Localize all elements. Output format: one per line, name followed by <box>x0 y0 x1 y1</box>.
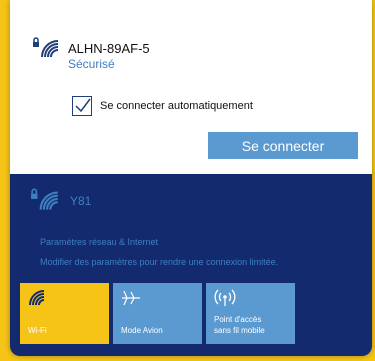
checkmark-icon <box>75 98 91 113</box>
mobile-hotspot-tile[interactable]: Point d'accès sans fil mobile <box>206 283 295 344</box>
network-flyout: ALHN-89AF-5 Sécurisé Se connecter automa… <box>10 0 372 356</box>
network-settings-link[interactable]: Paramètres réseau & Internet <box>40 237 158 247</box>
airplane-mode-tile[interactable]: Mode Avion <box>113 283 202 344</box>
wifi-icon <box>29 290 45 306</box>
wifi-tile[interactable]: Wi-Fi <box>20 283 109 344</box>
secured-wifi-icon <box>31 188 58 210</box>
hotspot-icon <box>214 289 236 306</box>
network-status: Sécurisé <box>68 57 115 71</box>
secured-wifi-icon <box>33 37 59 58</box>
selected-network-section: ALHN-89AF-5 Sécurisé Se connecter automa… <box>10 0 372 174</box>
connect-button[interactable]: Se connecter <box>208 132 358 159</box>
auto-connect-row[interactable]: Se connecter automatiquement <box>72 96 253 116</box>
quick-actions: Wi-Fi Mode Avion Point d'accès sans fil … <box>20 283 295 344</box>
tile-label: Point d'accès sans fil mobile <box>214 315 265 335</box>
auto-connect-label: Se connecter automatiquement <box>100 100 253 112</box>
network-item-selected[interactable]: ALHN-89AF-5 Sécurisé <box>32 37 150 71</box>
network-list-section: Y81 Paramètres réseau & Internet Modifie… <box>10 174 372 356</box>
network-name: ALHN-89AF-5 <box>68 41 150 56</box>
auto-connect-checkbox[interactable] <box>72 96 92 116</box>
metered-connection-link[interactable]: Modifier des paramètres pour rendre une … <box>40 257 278 267</box>
tile-label: Mode Avion <box>121 326 163 335</box>
airplane-icon <box>122 290 140 306</box>
tile-label: Wi-Fi <box>28 326 47 335</box>
network-item[interactable]: Y81 <box>30 188 91 217</box>
network-name: Y81 <box>70 194 92 208</box>
